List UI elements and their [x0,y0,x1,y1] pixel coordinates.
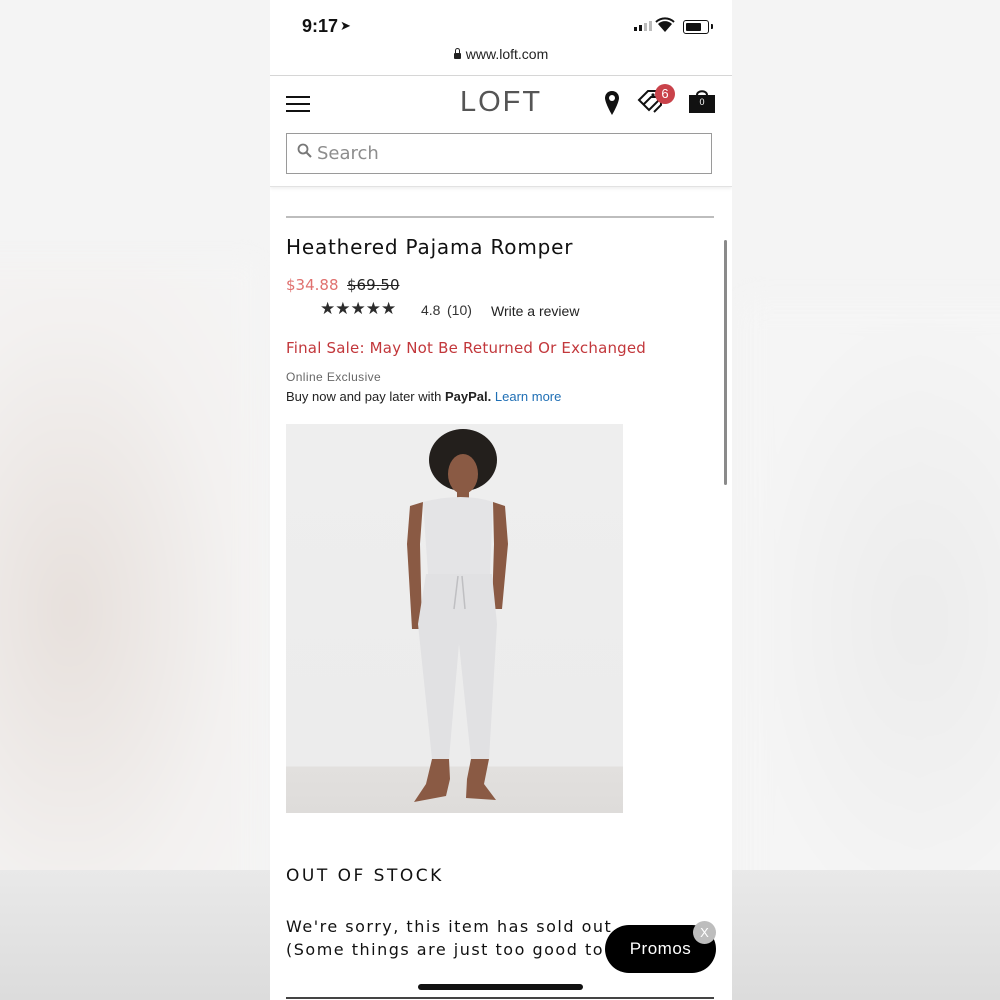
url-text: www.loft.com [465,46,549,62]
learn-more-link[interactable]: Learn more [495,389,561,404]
phone-screen: 9:17 ➤ www.loft.com LOFT 6 0 Search Heat… [270,0,732,1000]
lock-icon [453,48,461,59]
bag-count: 0 [699,97,705,107]
status-bar: 9:17 ➤ www.loft.com [270,0,732,76]
search-box[interactable] [286,133,712,174]
product-title: Heathered Pajama Romper [286,235,574,259]
bottom-divider [286,997,714,999]
online-exclusive-label: Online Exclusive [286,370,382,384]
model-figure [407,429,508,802]
paypal-brand: PayPal. [445,389,492,404]
battery-icon [683,20,713,34]
write-review-link[interactable]: Write a review [491,303,579,319]
product-image[interactable] [286,424,623,813]
background-blur-right [740,300,1000,940]
out-of-stock-heading: OUT OF STOCK [286,866,444,886]
final-sale-notice: Final Sale: May Not Be Returned Or Excha… [286,339,647,357]
promos-close-icon[interactable]: X [693,921,716,944]
cell-signal-icon [634,21,652,31]
search-input[interactable] [317,134,697,173]
store-locator-icon[interactable] [604,90,620,116]
home-indicator[interactable] [418,984,583,990]
wifi-icon [655,17,675,32]
rating-value: 4.8 [421,302,441,318]
review-count[interactable]: (10) [447,302,472,318]
status-time: 9:17 [302,16,339,36]
paypal-message: Buy now and pay later with PayPal. Learn… [286,389,561,404]
original-price: $69.50 [347,276,400,294]
search-icon [297,143,312,158]
sold-out-message-line1: We're sorry, this item has sold out. [286,917,619,936]
rating-stars[interactable]: ★★★★★ [320,299,396,319]
sold-out-message-line2: (Some things are just too good to [286,940,604,959]
scrollbar[interactable] [724,240,727,485]
sale-price: $34.88 [286,276,339,294]
site-header: LOFT 6 0 [270,76,732,187]
section-divider [286,216,714,218]
paypal-prefix: Buy now and pay later with [286,389,442,404]
location-arrow-icon: ➤ [340,18,351,33]
offers-count-badge: 6 [655,84,675,104]
background-blur-left [0,260,260,960]
address-bar[interactable]: www.loft.com [270,46,732,62]
